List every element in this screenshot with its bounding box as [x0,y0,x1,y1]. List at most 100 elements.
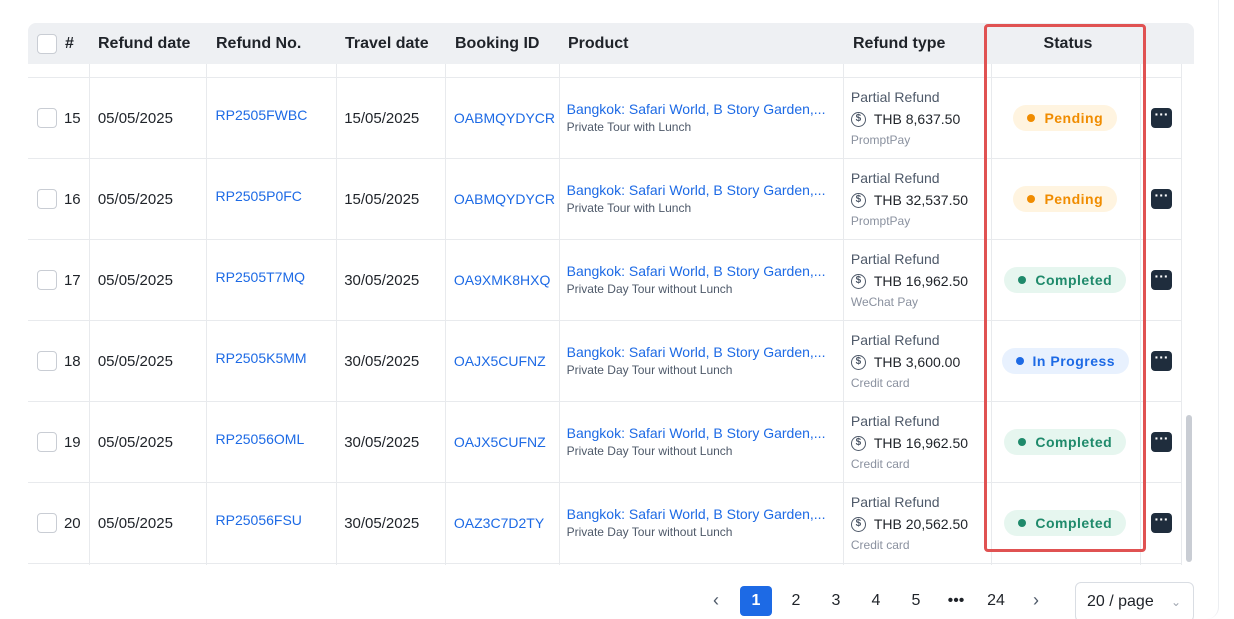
status-dot-icon [1027,195,1036,203]
travel-date: 30/05/2025 [344,514,420,532]
refund-no-link-cell: RP25056FSU [216,483,345,563]
actions-cell: ··· [1141,240,1182,320]
header-status[interactable]: Status [992,23,1144,64]
status-badge: Pending [1013,105,1118,131]
actions-cell: ··· [1141,159,1182,239]
partial-row-above [28,64,1182,78]
status-dot-icon [1015,357,1024,365]
header-refund-type[interactable]: Refund type [853,23,992,64]
actions-cell: ··· [1141,321,1182,401]
refund-type-cell: Partial Refund $ THB 3,600.00 Credit card [850,321,990,401]
booking-id-link[interactable]: OABMQYDYCR [454,191,555,207]
refund-date: 05/05/2025 [97,109,173,127]
status-label: Pending [1044,110,1104,126]
row-checkbox[interactable] [37,108,57,128]
booking-id-link[interactable]: OA9XMK8HXQ [454,272,550,288]
row-select-cell [28,240,62,320]
refund-type-cell: Partial Refund $ THB 16,962.50 WeChat Pay [850,240,990,320]
next-page-button[interactable]: › [1020,586,1052,616]
row-select-cell [28,159,62,239]
booking-id-cell: OAJX5CUFNZ [454,402,567,482]
page-1-button[interactable]: 1 [740,585,772,616]
refund-no-link[interactable]: RP2505K5MM [216,350,307,366]
row-checkbox[interactable] [37,513,57,533]
page-24-button[interactable]: 24 [980,586,1012,616]
status-cell: Pending [990,78,1142,158]
table-scrollbar-thumb[interactable] [1186,415,1192,562]
table-row: 19 05/05/2025 RP25056OML 30/05/2025 OAJX5CUF… [28,402,1182,483]
refund-amount: $ THB 8,637.50 [850,111,961,127]
status-cell: In Progress [990,321,1142,401]
refund-amount-value: THB 16,962.50 [873,273,969,289]
product-option: Private Day Tour without Lunch [566,362,733,377]
table-row: 16 05/05/2025 RP2505P0FC 15/05/2025 OABMQYDY… [28,159,1182,240]
row-checkbox[interactable] [37,270,57,290]
more-dots-icon[interactable]: ··· [1151,188,1173,209]
refund-type: Partial Refund [850,332,940,348]
refund-no-link-cell: RP2505T7MQ [216,240,345,320]
booking-id-link[interactable]: OAJX5CUFNZ [454,353,546,369]
booking-id-link[interactable]: OAZ3C7D2TY [454,515,544,531]
refund-type: Partial Refund [850,170,940,186]
row-checkbox[interactable] [37,189,57,209]
product-name-link[interactable]: Bangkok: Safari World, B Story Garden,..… [567,182,826,198]
travel-date: 15/05/2025 [344,190,420,208]
more-dots-icon[interactable]: ··· [1151,512,1173,533]
pagination: ‹ 1 2 3 4 5 ••• 24 › [700,582,1060,619]
product-name-link[interactable]: Bangkok: Safari World, B Story Garden,..… [567,344,826,360]
table-body: 15 05/05/2025 RP2505FWBC 15/05/2025 OABMQYDY… [28,78,1182,564]
more-pages-ellipsis[interactable]: ••• [940,586,972,616]
header-refund-date[interactable]: Refund date [98,23,216,64]
payment-method: WeChat Pay [850,295,919,309]
page-3-button[interactable]: 3 [820,586,852,616]
prev-page-button[interactable]: ‹ [700,586,732,616]
refund-amount: $ THB 16,962.50 [850,273,969,289]
product-cell: Bangkok: Safari World, B Story Garden,..… [567,402,851,482]
status-dot-icon [1018,438,1027,446]
select-all-checkbox[interactable] [37,33,57,54]
product-name-link[interactable]: Bangkok: Safari World, B Story Garden,..… [567,101,826,117]
row-checkbox[interactable] [37,432,57,452]
status-label: Completed [1035,515,1113,531]
refund-no-link[interactable]: RP2505P0FC [216,188,302,204]
dollar-circle-icon: $ [850,192,866,208]
more-dots-icon[interactable]: ··· [1151,269,1173,290]
travel-date: 15/05/2025 [344,109,420,127]
dollar-circle-icon: $ [850,354,866,370]
booking-id-cell: OA9XMK8HXQ [454,240,567,320]
header-travel-date[interactable]: Travel date [345,23,455,64]
more-dots-icon[interactable]: ··· [1151,431,1173,452]
refund-no-link[interactable]: RP25056FSU [216,512,302,528]
travel-date: 30/05/2025 [344,433,420,451]
booking-id-link[interactable]: OAJX5CUFNZ [454,434,546,450]
header-refund-no[interactable]: Refund No. [216,23,345,64]
refund-amount: $ THB 16,962.50 [850,435,968,451]
status-label: Pending [1044,191,1104,207]
more-dots-icon[interactable]: ··· [1151,350,1173,371]
refund-no-link[interactable]: RP25056OML [216,431,305,447]
refund-amount: $ THB 32,537.50 [850,192,968,208]
booking-id-link[interactable]: OABMQYDYCR [454,110,555,126]
table-row: 18 05/05/2025 RP2505K5MM 30/05/2025 OAJX5CUF… [28,321,1182,402]
payment-method: Credit card [850,538,910,552]
header-product[interactable]: Product [568,23,853,64]
refund-amount-value: THB 8,637.50 [873,111,961,127]
page-5-button[interactable]: 5 [900,586,932,616]
status-label: Completed [1035,434,1113,450]
refund-no-link[interactable]: RP2505T7MQ [216,269,305,285]
status-cell: Completed [990,240,1142,320]
row-checkbox[interactable] [37,351,57,371]
product-name-link[interactable]: Bangkok: Safari World, B Story Garden,..… [567,506,826,522]
page-size-select[interactable]: 20 / page ⌄ [1075,582,1194,619]
product-cell: Bangkok: Safari World, B Story Garden,..… [567,321,851,401]
page-2-button[interactable]: 2 [780,586,812,616]
dollar-circle-icon: $ [850,273,866,289]
product-name-link[interactable]: Bangkok: Safari World, B Story Garden,..… [567,263,826,279]
page-4-button[interactable]: 4 [860,586,892,616]
product-name-link[interactable]: Bangkok: Safari World, B Story Garden,..… [567,425,826,441]
product-option: Private Day Tour without Lunch [566,281,733,296]
more-dots-icon[interactable]: ··· [1151,107,1173,128]
refund-no-link[interactable]: RP2505FWBC [216,107,308,123]
header-booking-id[interactable]: Booking ID [455,23,568,64]
product-cell: Bangkok: Safari World, B Story Garden,..… [567,240,851,320]
